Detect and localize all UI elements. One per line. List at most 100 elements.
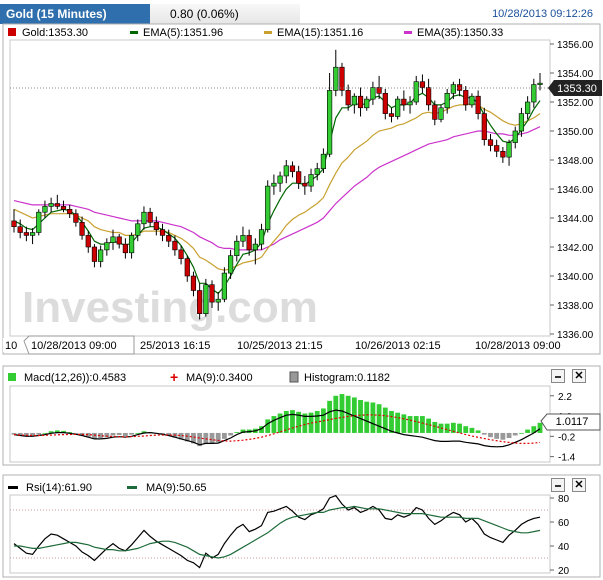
histogram-bar xyxy=(160,432,165,435)
candle-body xyxy=(234,240,240,256)
histogram-bar xyxy=(153,432,159,434)
candle-body xyxy=(116,236,122,245)
rsi-collapse-button[interactable] xyxy=(551,478,565,492)
candle-body xyxy=(463,90,469,106)
histogram-bar xyxy=(85,432,91,438)
chart-widget: Gold (15 Minutes) 0.80 (0.06%) 10/28/201… xyxy=(0,0,603,580)
histogram-bar xyxy=(364,401,370,433)
histogram-bar xyxy=(407,416,413,433)
rsi-axis: 80 60 40 20 xyxy=(10,494,570,577)
candle-body xyxy=(271,182,277,187)
candle-body xyxy=(178,249,184,259)
price-tick-label: 1340.00 xyxy=(557,272,594,283)
histogram-bar xyxy=(191,432,196,444)
instrument-title: Gold (15 Minutes) xyxy=(0,4,164,24)
macd-plot-area xyxy=(9,385,551,463)
candle-body xyxy=(42,206,48,213)
histogram-bar xyxy=(358,399,363,433)
ema15-legend-swatch xyxy=(264,31,272,34)
x-label-1: 10/28/2013 09:00 xyxy=(31,340,117,352)
price-tick-label: 1336.00 xyxy=(557,330,594,341)
macd-ma-legend: MA(9):0.3400 xyxy=(186,372,253,384)
rsi-line xyxy=(13,494,541,569)
histogram-bar xyxy=(172,432,178,438)
candle-body xyxy=(302,182,308,187)
price-tick-label: 1352.00 xyxy=(557,98,594,109)
price-tick-label: 1342.00 xyxy=(557,243,594,254)
rsi-tick-label: 80 xyxy=(558,494,570,505)
rsi-ma-line xyxy=(14,505,541,559)
candle-body xyxy=(364,98,370,109)
chart-canvas: Gold:1353.30 EMA(5):1351.96 EMA(15):1351… xyxy=(2,23,602,578)
histogram-bar xyxy=(333,395,339,433)
candle-body xyxy=(98,249,104,262)
crosshair-date-box xyxy=(23,335,135,355)
ema35-line xyxy=(13,126,541,251)
candle-body xyxy=(153,222,159,230)
ema5-legend: EMA(5):1351.96 xyxy=(143,27,223,39)
histogram-bar xyxy=(79,432,85,436)
candle-body xyxy=(426,87,432,106)
histogram-bar xyxy=(444,423,450,433)
candle-body xyxy=(265,185,271,230)
candle-body xyxy=(289,165,296,172)
histogram-bar xyxy=(98,432,104,439)
candle-body xyxy=(308,174,314,187)
price-panel-frame xyxy=(2,23,601,355)
candle-body xyxy=(104,242,110,251)
candle-body xyxy=(29,232,36,236)
histogram-bar xyxy=(228,432,233,436)
candle-body xyxy=(252,243,258,251)
candle-body xyxy=(190,275,197,291)
candle-body xyxy=(17,226,23,233)
candle-body xyxy=(79,222,85,236)
candle-body xyxy=(240,235,246,242)
rsi-panel-frame xyxy=(2,474,601,578)
histogram-bar xyxy=(252,428,258,433)
macd-collapse-button[interactable] xyxy=(551,369,565,383)
rsi-tick-label: 60 xyxy=(558,518,570,529)
histogram-bar xyxy=(327,400,332,433)
histogram-bar xyxy=(246,429,252,433)
histogram-bar xyxy=(116,432,122,435)
x-label-2: 25/2013 16:15 xyxy=(140,340,210,352)
histogram-bar xyxy=(17,432,23,436)
candle-body xyxy=(184,258,190,277)
ema15-path xyxy=(13,102,541,271)
histogram-bar xyxy=(481,432,487,435)
histogram-bar xyxy=(494,432,500,439)
histogram-legend: Histogram:0.1182 xyxy=(304,372,390,384)
timestamp: 10/28/2013 09:12:26 xyxy=(492,8,593,20)
histogram-bar xyxy=(438,423,444,433)
candle-body xyxy=(518,113,525,132)
candle-body xyxy=(444,93,450,109)
histogram-bar xyxy=(11,432,17,435)
histogram-bar xyxy=(500,432,506,440)
candle-body xyxy=(500,151,506,158)
candle-body xyxy=(11,220,17,227)
candle-body xyxy=(351,95,357,106)
candle-body xyxy=(370,87,376,100)
price-tick-label: 1356.00 xyxy=(557,40,594,51)
histogram-bar xyxy=(197,432,203,447)
candle-body xyxy=(531,84,537,103)
ema5-legend-swatch xyxy=(130,31,138,34)
macd-tick-label: 2.2 xyxy=(558,392,572,403)
rsi-close-button[interactable]: ✕ xyxy=(572,478,586,492)
candle-body xyxy=(475,95,481,114)
rsi-plot-area xyxy=(9,494,551,574)
histogram-bar xyxy=(475,430,481,433)
price-tick-label: 1338.00 xyxy=(557,301,594,312)
histogram-bar xyxy=(92,432,97,439)
histogram-bar xyxy=(48,431,54,433)
price-tick-label: 1354.00 xyxy=(557,69,594,80)
histogram-bar xyxy=(314,410,320,433)
candle-body xyxy=(48,203,54,207)
macd-close-button[interactable]: ✕ xyxy=(572,369,586,383)
macd-axis: 2.2 1.0 -0.2 -1.4 xyxy=(550,392,576,464)
candle-body xyxy=(512,130,518,143)
candle-body xyxy=(91,246,98,262)
price-tick-label: 1348.00 xyxy=(557,156,594,167)
last-price-tag-bg xyxy=(548,80,602,96)
histogram-bar xyxy=(122,432,128,436)
